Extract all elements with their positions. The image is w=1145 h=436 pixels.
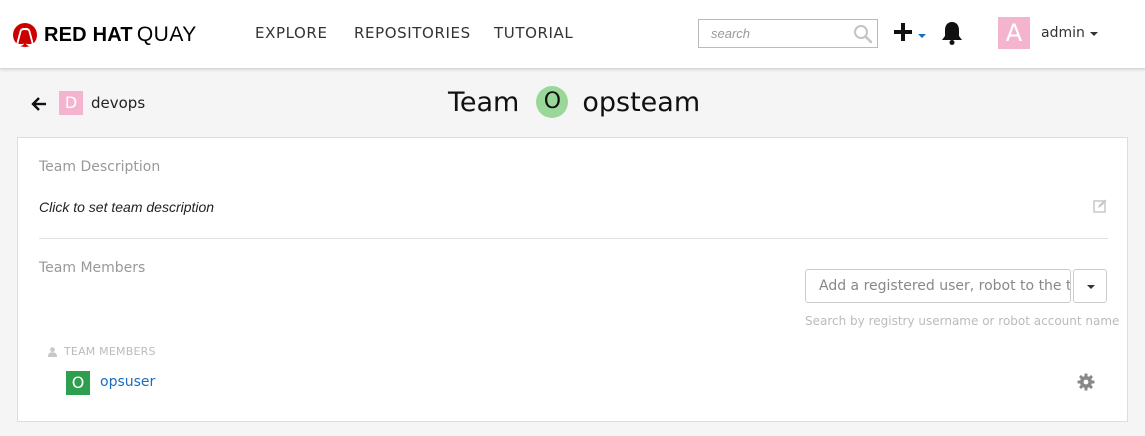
arrow-left-icon[interactable] (31, 96, 47, 112)
team-members-label: Team Members (39, 260, 146, 276)
bell-icon[interactable] (941, 20, 963, 46)
chevron-down-icon[interactable] (1090, 32, 1098, 36)
divider (39, 238, 1108, 239)
redhat-logo-icon (13, 23, 37, 47)
create-new-plus-icon[interactable] (893, 20, 929, 46)
user-icon (48, 346, 57, 357)
nav-explore[interactable]: EXPLORE (255, 24, 328, 42)
page-title: Team O opsteam (448, 86, 700, 118)
team-members-list-header: TEAM MEMBERS (48, 345, 156, 358)
team-avatar: O (536, 86, 569, 118)
member-avatar: O (66, 371, 90, 395)
team-description-label: Team Description (39, 159, 161, 175)
logo-text-bold: RED HAT (44, 23, 133, 46)
logo-text-light: QUAY (136, 23, 197, 46)
user-menu-name[interactable]: admin (1041, 25, 1085, 41)
add-member-input[interactable] (805, 269, 1071, 303)
logo[interactable]: RED HAT QUAY (13, 22, 197, 48)
search-icon[interactable] (853, 24, 873, 44)
org-name-link[interactable]: devops (91, 94, 145, 112)
user-avatar[interactable]: A (998, 17, 1030, 49)
member-name-link[interactable]: opsuser (100, 374, 155, 390)
gear-icon[interactable] (1077, 373, 1095, 391)
add-member-dropdown-button[interactable] (1073, 269, 1107, 303)
search-input[interactable] (699, 20, 849, 47)
search-box (698, 19, 878, 48)
table-row: O opsuser (66, 371, 1108, 395)
page-title-prefix: Team (448, 86, 520, 118)
edit-icon[interactable] (1093, 199, 1107, 213)
team-members-list-title: TEAM MEMBERS (64, 345, 156, 358)
nav-repositories[interactable]: REPOSITORIES (354, 24, 471, 42)
team-panel: Team Description Click to set team descr… (17, 137, 1128, 422)
add-member-hint: Search by registry username or robot acc… (805, 314, 1120, 328)
team-description-text[interactable]: Click to set team description (39, 199, 214, 215)
nav-tutorial[interactable]: TUTORIAL (494, 24, 573, 42)
org-avatar: D (59, 91, 83, 115)
team-name: opsteam (582, 86, 701, 118)
top-navbar: RED HAT QUAY EXPLORE REPOSITORIES TUTORI… (0, 0, 1145, 69)
